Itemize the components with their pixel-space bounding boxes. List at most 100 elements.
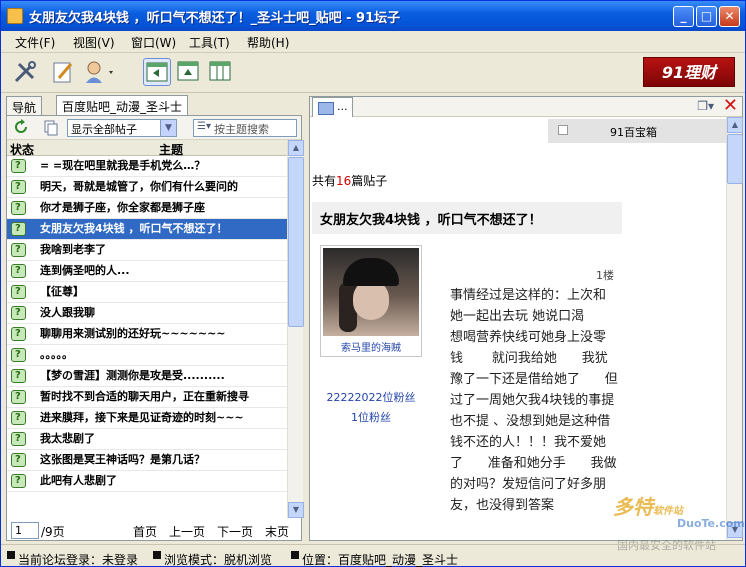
- thread-filter-select[interactable]: 显示全部帖子 ▼: [67, 119, 177, 137]
- table-row[interactable]: 暂时找不到合适的聊天用户，正在重新搜寻: [7, 387, 287, 408]
- edit-icon[interactable]: [49, 58, 77, 86]
- post-scroll-up-icon[interactable]: ▲: [727, 117, 743, 133]
- toolbox-bar[interactable]: 91百宝箱: [548, 119, 726, 143]
- tools-icon[interactable]: [11, 58, 39, 86]
- table-row[interactable]: 你才是狮子座，你全家都是狮子座: [7, 198, 287, 219]
- menu-bar: 文件(F) 视图(V) 窗口(W) 工具(T) 帮助(H): [1, 31, 745, 53]
- last-page-link[interactable]: 末页: [265, 523, 289, 540]
- thread-status-icon: [11, 261, 26, 281]
- window-list-icon[interactable]: ❐▾: [697, 99, 714, 113]
- toolbox-icon: [558, 125, 568, 135]
- refresh-icon[interactable]: [13, 119, 29, 135]
- author-fans-line2[interactable]: 1位粉丝: [310, 409, 432, 425]
- split-top-icon[interactable]: [175, 58, 203, 86]
- post-scroll-thumb[interactable]: [727, 134, 743, 184]
- table-row[interactable]: 此吧有人悲剧了: [7, 471, 287, 492]
- table-row[interactable]: 明天，哥就是城管了，你们有什么要问的: [7, 177, 287, 198]
- page-total: /9页: [41, 525, 65, 539]
- toolbar: 91理财: [1, 53, 745, 93]
- watermark-url: DuoTe.com: [677, 517, 745, 530]
- thread-subject: 你才是狮子座，你全家都是狮子座: [40, 201, 205, 214]
- status-login: 当前论坛登录：未登录: [7, 548, 138, 567]
- status-location: 位置：百度贴吧_动漫_圣斗士: [291, 548, 458, 567]
- post-content: 91百宝箱 共有16篇贴子 女朋友欠我4块钱 ，听口气不想还了！ 索马里的海贼 …: [310, 117, 726, 540]
- close-tab-icon[interactable]: ✕: [723, 97, 738, 115]
- table-row[interactable]: 进来膜拜，接下来是见证奇迹的时刻~~~: [7, 408, 287, 429]
- post-count: 共有16篇贴子: [312, 172, 387, 189]
- thread-subject: 没人跟我聊: [40, 306, 95, 319]
- thread-status-icon: [11, 471, 26, 491]
- menu-window[interactable]: 窗口(W): [131, 34, 176, 51]
- author-name[interactable]: 索马里的海贼: [321, 339, 421, 354]
- thread-status-icon: [11, 345, 26, 365]
- table-row[interactable]: 连到俩圣吧的人...: [7, 261, 287, 282]
- thread-subject: 此吧有人悲剧了: [40, 474, 117, 487]
- brand-logo[interactable]: 91理财: [643, 57, 735, 87]
- split-columns-icon[interactable]: [207, 58, 235, 86]
- menu-view[interactable]: 视图(V): [73, 34, 115, 51]
- menu-help[interactable]: 帮助(H): [247, 34, 289, 51]
- thread-subject: 连到俩圣吧的人...: [40, 264, 130, 277]
- thread-status-icon: [11, 198, 26, 218]
- thread-subject: 聊聊用来测试别的还好玩~~~~~~~: [40, 327, 226, 340]
- thread-subject: 。。。。。: [40, 348, 73, 361]
- subject-search-input[interactable]: ☰▾ 按主题搜索: [193, 119, 297, 137]
- title-bar: 女朋友欠我4块钱 ，听口气不想还了！_圣斗士吧_贴吧 - 91坛子 _ □ ✕: [1, 1, 745, 31]
- thread-list-scrollbar[interactable]: ▲ ▼: [287, 140, 304, 518]
- thread-subject: 我太悲剧了: [40, 432, 95, 445]
- copy-icon[interactable]: [43, 120, 59, 136]
- menu-file[interactable]: 文件(F): [15, 34, 55, 51]
- thread-status-icon: [11, 408, 26, 428]
- maximize-button[interactable]: □: [696, 6, 717, 27]
- table-row[interactable]: 没人跟我聊: [7, 303, 287, 324]
- page-number-input[interactable]: 1: [11, 522, 39, 539]
- first-page-link[interactable]: 首页: [133, 523, 157, 540]
- thread-list-pane: 导航 百度贴吧_动漫_圣斗士 显示全部帖子 ▼ ☰▾ 按主题搜索 状态 主题 ?…: [6, 95, 304, 541]
- menu-tools[interactable]: 工具(T): [189, 34, 230, 51]
- chevron-down-icon[interactable]: ▼: [160, 120, 176, 136]
- split-left-icon[interactable]: [143, 58, 171, 86]
- thread-status-icon: [11, 387, 26, 407]
- table-row[interactable]: 【征尊】: [7, 282, 287, 303]
- thread-status-icon: [11, 177, 26, 197]
- thread-subject: 这张图是冥王神话吗？是第几话？: [40, 453, 205, 466]
- author-fans-line1[interactable]: 22222022位粉丝: [310, 389, 432, 405]
- post-body: 事情经过是这样的：上次和她一起出去玩 她说口渴 想喝营养快线可她身上没零钱 就问…: [450, 288, 618, 513]
- post-count-value: 16: [336, 174, 352, 188]
- list-header: 状态 主题: [7, 140, 287, 157]
- filter-bar: 显示全部帖子 ▼ ☰▾ 按主题搜索: [7, 116, 301, 140]
- thread-subject: 【梦の雪涯】测测你是攻是受..........: [40, 369, 225, 382]
- thread-status-icon: [11, 429, 26, 449]
- tab-navigation[interactable]: 导航: [6, 96, 43, 116]
- avatar[interactable]: [323, 248, 419, 336]
- thread-filter-value: 显示全部帖子: [71, 123, 137, 136]
- prev-page-link[interactable]: 上一页: [169, 523, 205, 540]
- table-row[interactable]: 。。。。。: [7, 345, 287, 366]
- table-row[interactable]: = =现在吧里就我是手机党么…？: [7, 156, 287, 177]
- post-count-suffix: 篇贴子: [351, 174, 388, 188]
- scroll-up-icon[interactable]: ▲: [288, 140, 304, 156]
- table-row[interactable]: 女朋友欠我4块钱 ，听口气不想还了！: [7, 219, 287, 240]
- watermark-brand: 多特软件站: [613, 495, 683, 519]
- thread-status-icon: [11, 366, 26, 386]
- status-mode: 浏览模式：脱机浏览: [153, 548, 272, 567]
- window-title: 女朋友欠我4块钱 ，听口气不想还了！_圣斗士吧_贴吧 - 91坛子: [29, 11, 401, 26]
- minimize-button[interactable]: _: [673, 6, 694, 27]
- scroll-down-icon[interactable]: ▼: [288, 502, 304, 518]
- thread-subject: 明天，哥就是城管了，你们有什么要问的: [40, 180, 238, 193]
- table-row[interactable]: 聊聊用来测试别的还好玩~~~~~~~: [7, 324, 287, 345]
- table-row[interactable]: 【梦の雪涯】测测你是攻是受..........: [7, 366, 287, 387]
- table-row[interactable]: 我太悲剧了: [7, 429, 287, 450]
- author-card[interactable]: 索马里的海贼: [320, 245, 422, 357]
- table-row[interactable]: 这张图是冥王神话吗？是第几话？: [7, 450, 287, 471]
- user-icon[interactable]: [83, 58, 113, 86]
- next-page-link[interactable]: 下一页: [217, 523, 253, 540]
- scroll-thumb[interactable]: [288, 157, 304, 327]
- list-icon: ☰▾: [197, 121, 211, 132]
- close-window-button[interactable]: ✕: [719, 6, 740, 27]
- thread-status-icon: [11, 282, 26, 302]
- table-row[interactable]: 我啥到老李了: [7, 240, 287, 261]
- post-tab[interactable]: ...: [312, 97, 353, 117]
- post-scrollbar[interactable]: ▲ ▼: [726, 117, 743, 540]
- tab-forum[interactable]: 百度贴吧_动漫_圣斗士: [56, 95, 189, 116]
